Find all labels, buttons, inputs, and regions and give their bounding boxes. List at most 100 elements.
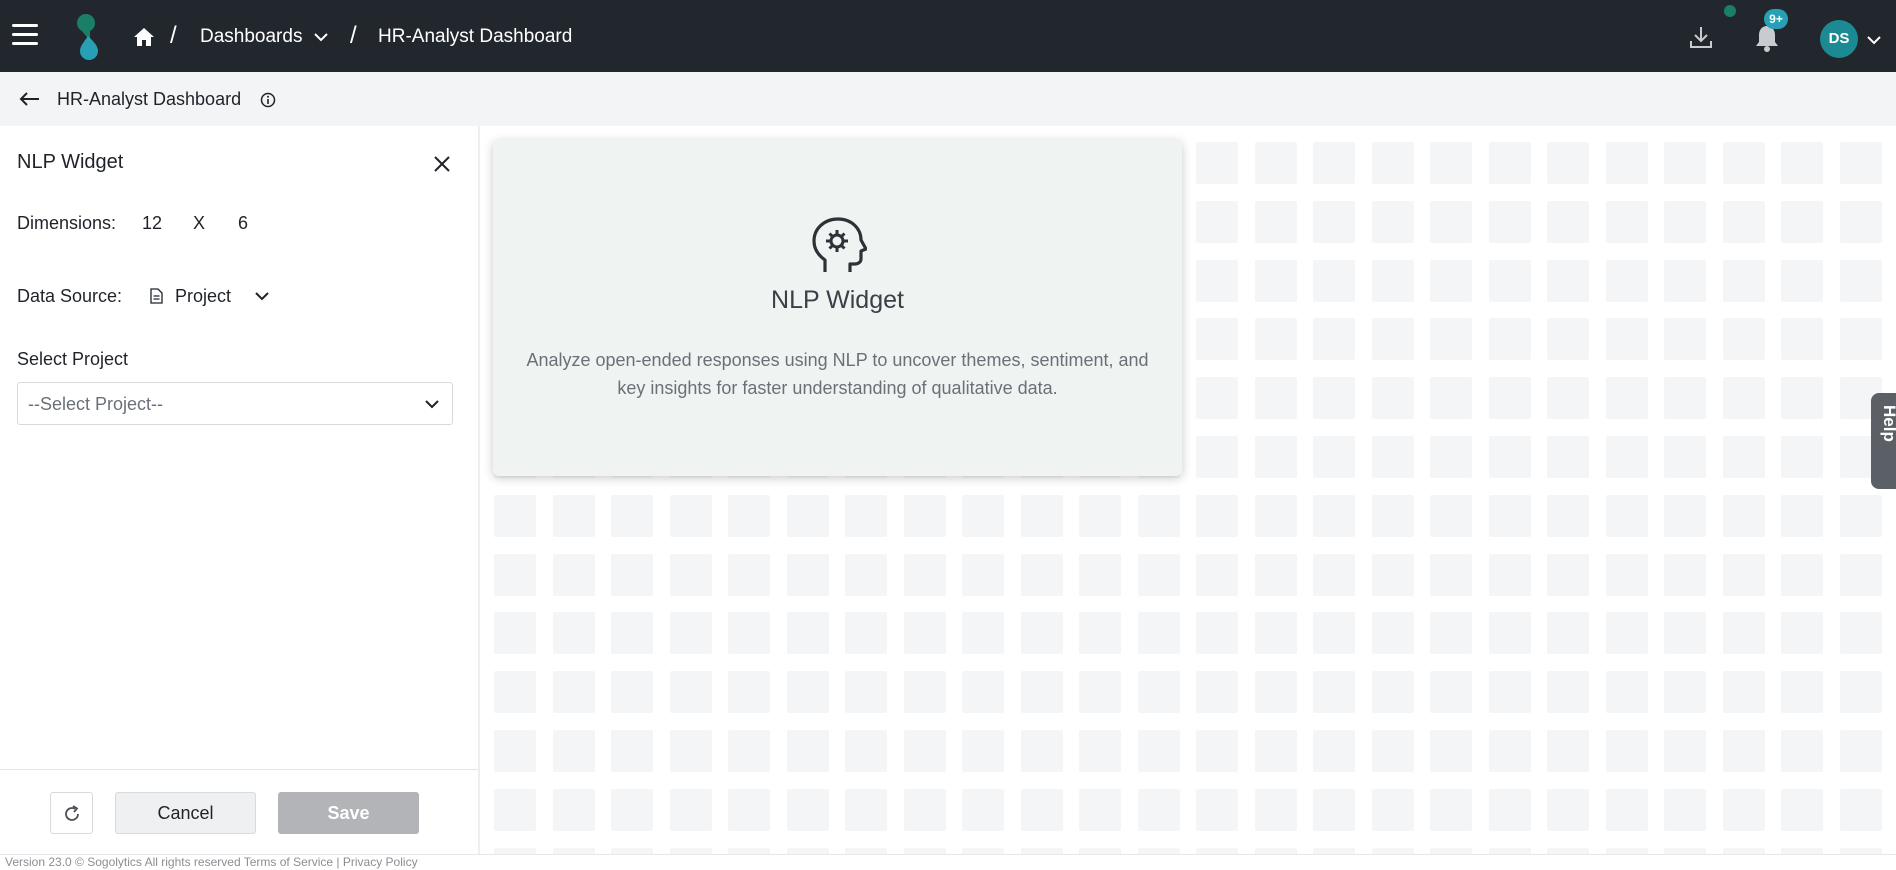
grid-cell: [1664, 494, 1706, 537]
grid-cell: [552, 553, 595, 596]
grid-cell: [669, 788, 712, 831]
grid-cell: [1371, 259, 1414, 302]
grid-cell: [1664, 436, 1706, 478]
logo[interactable]: [70, 14, 106, 60]
grid-cell: [1605, 142, 1648, 184]
grid-cell: [1430, 377, 1472, 420]
grid-cell: [1313, 553, 1355, 596]
grid-cell: [1547, 671, 1589, 714]
grid-cell: [1605, 671, 1648, 714]
grid-cell: [1313, 436, 1355, 478]
grid-cell: [1137, 494, 1180, 537]
grid-cell: [1254, 142, 1297, 184]
grid-cell: [1254, 259, 1297, 302]
grid-cell: [1196, 200, 1238, 243]
grid-cell: [1781, 318, 1823, 361]
grid-cell: [903, 788, 946, 831]
grid-cell: [1722, 788, 1765, 831]
grid-cell: [494, 553, 536, 596]
grid-cell: [1020, 788, 1063, 831]
grid-cell: [962, 671, 1004, 714]
grid-cell: [1020, 494, 1063, 537]
grid-cell: [1488, 612, 1531, 655]
grid-cell: [1781, 377, 1823, 420]
grid-cell: [1371, 200, 1414, 243]
grid-cell: [786, 788, 829, 831]
grid-cell: [728, 788, 770, 831]
grid-cell: [494, 788, 536, 831]
grid-cell: [611, 788, 653, 831]
grid-cell: [962, 788, 1004, 831]
select-project-label: Select Project: [17, 349, 129, 369]
grid-cell: [1313, 318, 1355, 361]
nlp-widget-card[interactable]: NLP Widget Analyze open-ended responses …: [493, 140, 1182, 476]
grid-cell: [728, 612, 770, 655]
grid-cell: [1196, 553, 1238, 596]
chevron-down-icon[interactable]: [313, 31, 329, 43]
grid-cell: [1196, 494, 1238, 537]
grid-cell: [1079, 730, 1121, 772]
grid-cell: [1196, 671, 1238, 714]
grid-cell: [1664, 553, 1706, 596]
grid-cell: [1020, 612, 1063, 655]
chevron-down-icon[interactable]: [254, 290, 270, 302]
grid-cell: [1664, 318, 1706, 361]
grid-cell: [1605, 436, 1648, 478]
home-icon[interactable]: [133, 26, 155, 48]
grid-cell: [1196, 788, 1238, 831]
grid-cell: [1371, 436, 1414, 478]
grid-cell: [1605, 730, 1648, 772]
chevron-down-icon[interactable]: [1866, 34, 1882, 46]
info-icon[interactable]: [260, 92, 276, 108]
help-tab[interactable]: Help: [1871, 393, 1896, 489]
close-icon[interactable]: [432, 154, 452, 174]
project-select-placeholder: --Select Project--: [28, 394, 164, 414]
grid-cell: [1722, 553, 1765, 596]
grid-cell: [1722, 612, 1765, 655]
grid-cell: [552, 671, 595, 714]
avatar[interactable]: DS: [1820, 20, 1858, 58]
grid-cell: [1020, 730, 1063, 772]
grid-cell: [1313, 730, 1355, 772]
grid-cell: [552, 730, 595, 772]
breadcrumb-separator: /: [350, 22, 357, 49]
grid-cell: [552, 612, 595, 655]
grid-cell: [1547, 259, 1589, 302]
save-button[interactable]: Save: [278, 792, 419, 834]
grid-cell: [669, 671, 712, 714]
grid-cell: [1839, 200, 1882, 243]
grid-cell: [1839, 494, 1882, 537]
grid-cell: [1079, 553, 1121, 596]
grid-cell: [1605, 200, 1648, 243]
grid-cell: [611, 730, 653, 772]
download-icon[interactable]: [1688, 24, 1714, 50]
grid-cell: [1488, 788, 1531, 831]
grid-cell: [1839, 553, 1882, 596]
widget-settings-panel: NLP Widget Dimensions: 12 X 6 Data Sourc…: [0, 126, 480, 854]
grid-cell: [1781, 259, 1823, 302]
help-label: Help: [1880, 405, 1896, 442]
grid-cell: [494, 494, 536, 537]
grid-cell: [786, 730, 829, 772]
data-source-value[interactable]: Project: [175, 286, 231, 307]
brain-gear-icon: [812, 217, 867, 272]
cancel-button[interactable]: Cancel: [115, 792, 256, 834]
grid-cell: [1488, 436, 1531, 478]
project-select[interactable]: --Select Project--: [17, 382, 453, 425]
refresh-button[interactable]: [50, 792, 93, 834]
grid-cell: [1722, 377, 1765, 420]
grid-cell: [1722, 494, 1765, 537]
footer-text: Version 23.0 © Sogolytics All rights res…: [5, 855, 418, 869]
grid-cell: [962, 730, 1004, 772]
menu-icon[interactable]: [12, 24, 38, 46]
grid-cell: [1196, 142, 1238, 184]
grid-cell: [786, 612, 829, 655]
grid-cell: [1664, 142, 1706, 184]
grid-cell: [1605, 318, 1648, 361]
back-arrow-icon[interactable]: [18, 90, 40, 108]
dimension-separator: X: [193, 213, 206, 233]
grid-cell: [1839, 671, 1882, 714]
grid-cell: [1664, 200, 1706, 243]
grid-cell: [1781, 671, 1823, 714]
breadcrumb-dashboards[interactable]: Dashboards: [200, 26, 302, 48]
